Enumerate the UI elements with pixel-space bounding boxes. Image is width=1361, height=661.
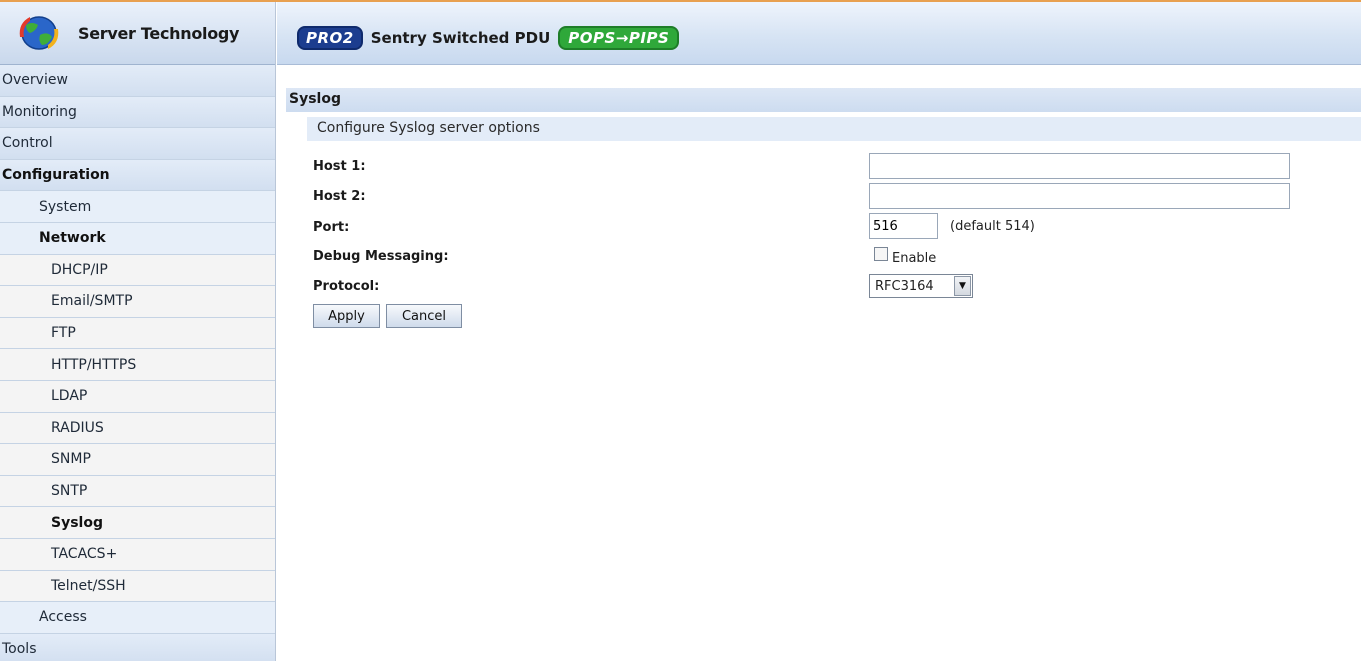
header-logo-row: PRO2 Sentry Switched PDU POPS→PIPS <box>297 26 680 50</box>
nav-http-https[interactable]: HTTP/HTTPS <box>0 349 275 381</box>
nav-label: Network <box>39 230 106 247</box>
protocol-label: Protocol: <box>313 279 380 294</box>
nav-label: Tools <box>2 640 37 657</box>
nav-label: Telnet/SSH <box>51 577 126 594</box>
nav-sntp[interactable]: SNTP <box>0 475 275 508</box>
nav-label: FTP <box>51 325 76 342</box>
section-title: Syslog <box>286 88 1361 112</box>
nav-label: System <box>39 198 92 215</box>
nav-label: TACACS+ <box>51 546 118 563</box>
nav-monitoring[interactable]: Monitoring <box>0 96 275 129</box>
nav-ldap[interactable]: LDAP <box>0 380 275 413</box>
page-header: PRO2 Sentry Switched PDU POPS→PIPS <box>277 2 1361 65</box>
nav-access[interactable]: Access <box>0 602 275 634</box>
nav-label: DHCP/IP <box>51 261 108 278</box>
nav-snmp[interactable]: SNMP <box>0 444 275 476</box>
nav-label: Syslog <box>51 514 103 531</box>
nav-label: RADIUS <box>51 419 104 436</box>
nav-system[interactable]: System <box>0 191 275 223</box>
cancel-button[interactable]: Cancel <box>386 304 462 328</box>
nav-control[interactable]: Control <box>0 128 275 160</box>
globe-logo-icon <box>16 13 62 53</box>
nav-network[interactable]: Network <box>0 222 275 255</box>
brand-name: Server Technology <box>78 23 240 43</box>
pro2-logo: PRO2 <box>297 26 363 50</box>
brand-header: Server Technology <box>0 2 275 65</box>
nav-email-smtp[interactable]: Email/SMTP <box>0 286 275 318</box>
nav-telnet-ssh[interactable]: Telnet/SSH <box>0 570 275 603</box>
host1-label: Host 1: <box>313 159 366 174</box>
chevron-down-icon[interactable]: ▼ <box>954 276 971 296</box>
section-subtitle: Configure Syslog server options <box>307 117 1361 141</box>
debug-enable-checkbox[interactable] <box>874 247 888 261</box>
nav-tacacs[interactable]: TACACS+ <box>0 538 275 571</box>
nav-label: HTTP/HTTPS <box>51 356 137 373</box>
port-label: Port: <box>313 220 350 235</box>
sidebar: Server Technology Overview Monitoring Co… <box>0 2 276 661</box>
nav-label: SNMP <box>51 451 91 468</box>
nav-label: Email/SMTP <box>51 293 133 310</box>
nav-label: Access <box>39 609 87 626</box>
nav-radius[interactable]: RADIUS <box>0 412 275 445</box>
nav-configuration[interactable]: Configuration <box>0 159 275 192</box>
nav-tools[interactable]: Tools <box>0 633 275 661</box>
port-input[interactable] <box>869 213 938 239</box>
product-title: Sentry Switched PDU <box>370 29 551 47</box>
host2-label: Host 2: <box>313 189 366 204</box>
protocol-select[interactable]: RFC3164 ▼ <box>869 274 973 298</box>
nav-label: Overview <box>2 72 68 89</box>
debug-messaging-label: Debug Messaging: <box>313 249 449 264</box>
port-default-hint: (default 514) <box>950 219 1035 234</box>
apply-button[interactable]: Apply <box>313 304 380 328</box>
host1-input[interactable] <box>869 153 1290 179</box>
nav-label: Monitoring <box>2 103 77 120</box>
nav-syslog[interactable]: Syslog <box>0 507 275 539</box>
nav-dhcp-ip[interactable]: DHCP/IP <box>0 254 275 287</box>
nav-overview[interactable]: Overview <box>0 65 275 97</box>
nav-label: SNTP <box>51 483 88 500</box>
debug-enable-label: Enable <box>892 251 937 266</box>
nav-label: Control <box>2 135 53 152</box>
host2-input[interactable] <box>869 183 1290 209</box>
nav-ftp[interactable]: FTP <box>0 317 275 350</box>
pops-pips-logo: POPS→PIPS <box>558 26 680 50</box>
protocol-selected-value: RFC3164 <box>875 278 934 294</box>
nav-label: LDAP <box>51 388 88 405</box>
nav-label: Configuration <box>2 167 110 184</box>
